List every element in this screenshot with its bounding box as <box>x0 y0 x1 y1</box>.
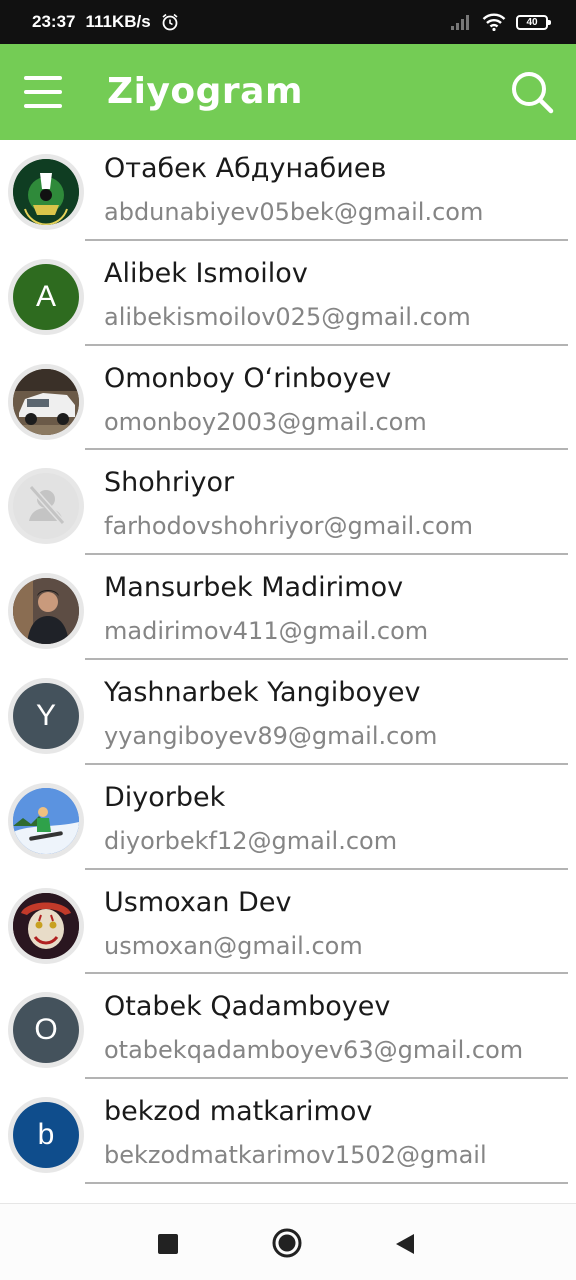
divider <box>85 553 568 556</box>
contact-email: bekzodmatkarimov1502@gmail <box>104 1141 487 1170</box>
clown-photo-icon <box>13 892 79 959</box>
avatar <box>13 578 79 645</box>
contact-row[interactable]: Usmoxan Dev usmoxan@gmail.com <box>0 874 576 979</box>
contact-email: farhodovshohriyor@gmail.com <box>104 512 474 541</box>
no-photo-icon <box>28 485 66 526</box>
signal-icon <box>451 15 469 30</box>
contact-row[interactable]: Diyorbek diyorbekf12@gmail.com <box>0 769 576 874</box>
contact-name: Diyorbek <box>104 781 226 813</box>
person-photo-icon <box>13 578 79 645</box>
avatar-ring: Y <box>8 677 84 754</box>
recents-square-icon <box>158 1234 178 1254</box>
contact-name: Otabek Qadamboyev <box>104 991 391 1023</box>
contact-row[interactable]: O Otabek Qadamboyev otabekqadamboyev63@g… <box>0 978 576 1083</box>
divider <box>85 238 568 241</box>
recents-button[interactable] <box>158 1234 178 1258</box>
home-circle-icon <box>272 1228 302 1258</box>
contact-name: Usmoxan Dev <box>104 886 292 918</box>
contact-email: madirimov411@gmail.com <box>104 617 429 646</box>
contact-name: Yashnarbek Yangiboyev <box>104 676 421 708</box>
contact-email: usmoxan@gmail.com <box>104 931 363 960</box>
avatar <box>13 159 79 225</box>
avatar <box>13 787 79 854</box>
snowboard-photo-icon <box>13 787 79 854</box>
avatar-initial: A <box>35 279 56 313</box>
divider <box>85 972 568 975</box>
back-triangle-icon <box>396 1234 414 1254</box>
contact-email: otabekqadamboyev63@gmail.com <box>104 1036 524 1065</box>
app-bar: Ziyogram <box>0 44 576 140</box>
avatar-initial: b <box>37 1118 55 1152</box>
contact-name: Alibek Ismoilov <box>104 257 308 289</box>
avatar <box>13 368 79 435</box>
contact-row[interactable]: Отабек Абдунабиев abdunabiyev05bek@gmail… <box>0 140 576 245</box>
battery-icon: 40 <box>516 14 551 30</box>
network-speed: 111KB/s <box>85 12 151 31</box>
divider <box>85 867 568 870</box>
avatar-ring: b <box>8 1097 84 1174</box>
avatar: Y <box>13 682 79 749</box>
avatar-ring <box>8 573 84 650</box>
avatar <box>13 473 79 540</box>
search-icon <box>512 72 554 114</box>
emblem-avatar-icon <box>13 159 79 225</box>
home-button[interactable] <box>272 1228 302 1262</box>
alarm-icon <box>162 13 178 31</box>
avatar: A <box>13 263 79 330</box>
divider <box>85 657 568 660</box>
status-left: 23:37 111KB/s <box>32 0 179 44</box>
contact-name: Omonboy O‘rinboyev <box>104 362 392 394</box>
contact-list[interactable]: Отабек Абдунабиев abdunabiyev05bek@gmail… <box>0 140 576 1203</box>
contact-name: Shohriyor <box>104 467 235 499</box>
contact-row[interactable]: b bekzod matkarimov bekzodmatkarimov1502… <box>0 1083 576 1188</box>
contact-email: yyangiboyev89@gmail.com <box>104 721 438 750</box>
contact-email: omonboy2003@gmail.com <box>104 407 427 436</box>
avatar: O <box>13 997 79 1064</box>
status-right: 40 <box>450 0 551 44</box>
status-bar: 23:37 111KB/s 40 <box>0 0 576 44</box>
divider <box>85 1181 568 1184</box>
avatar-ring <box>8 887 84 964</box>
contact-name: Mansurbek Madirimov <box>104 572 404 604</box>
avatar: b <box>13 1102 79 1169</box>
menu-button[interactable] <box>24 74 64 110</box>
avatar-ring <box>8 154 84 230</box>
avatar-ring <box>8 363 84 440</box>
contact-row[interactable]: Mansurbek Madirimov madirimov411@gmail.c… <box>0 559 576 664</box>
divider <box>85 343 568 346</box>
contact-name: bekzod matkarimov <box>104 1096 373 1128</box>
status-time: 23:37 <box>32 12 76 31</box>
search-button[interactable] <box>510 70 554 114</box>
car-photo-icon <box>13 368 79 435</box>
avatar-ring <box>8 782 84 859</box>
app-title: Ziyogram <box>107 71 303 112</box>
contact-row[interactable]: A Alibek Ismoilov alibekismoilov025@gmai… <box>0 245 576 350</box>
navigation-bar <box>0 1203 576 1280</box>
battery-level: 40 <box>526 16 538 28</box>
divider <box>85 1077 568 1080</box>
back-button[interactable] <box>394 1232 416 1260</box>
avatar-initial: O <box>34 1013 58 1047</box>
avatar-ring: O <box>8 992 84 1069</box>
contact-row[interactable]: Shohriyor farhodovshohriyor@gmail.com <box>0 454 576 559</box>
wifi-icon <box>482 13 506 31</box>
avatar-ring <box>8 468 84 545</box>
divider <box>85 448 568 451</box>
avatar-initial: Y <box>35 698 56 732</box>
contact-email: diyorbekf12@gmail.com <box>104 826 398 855</box>
contact-email: alibekismoilov025@gmail.com <box>104 302 471 331</box>
divider <box>85 762 568 765</box>
avatar-ring: A <box>8 258 84 335</box>
contact-row[interactable]: Omonboy O‘rinboyev omonboy2003@gmail.com <box>0 350 576 455</box>
contact-row[interactable]: Y Yashnarbek Yangiboyev yyangiboyev89@gm… <box>0 664 576 769</box>
contact-name: Отабек Абдунабиев <box>104 153 387 184</box>
avatar <box>13 892 79 959</box>
contact-email: abdunabiyev05bek@gmail.com <box>104 198 484 226</box>
